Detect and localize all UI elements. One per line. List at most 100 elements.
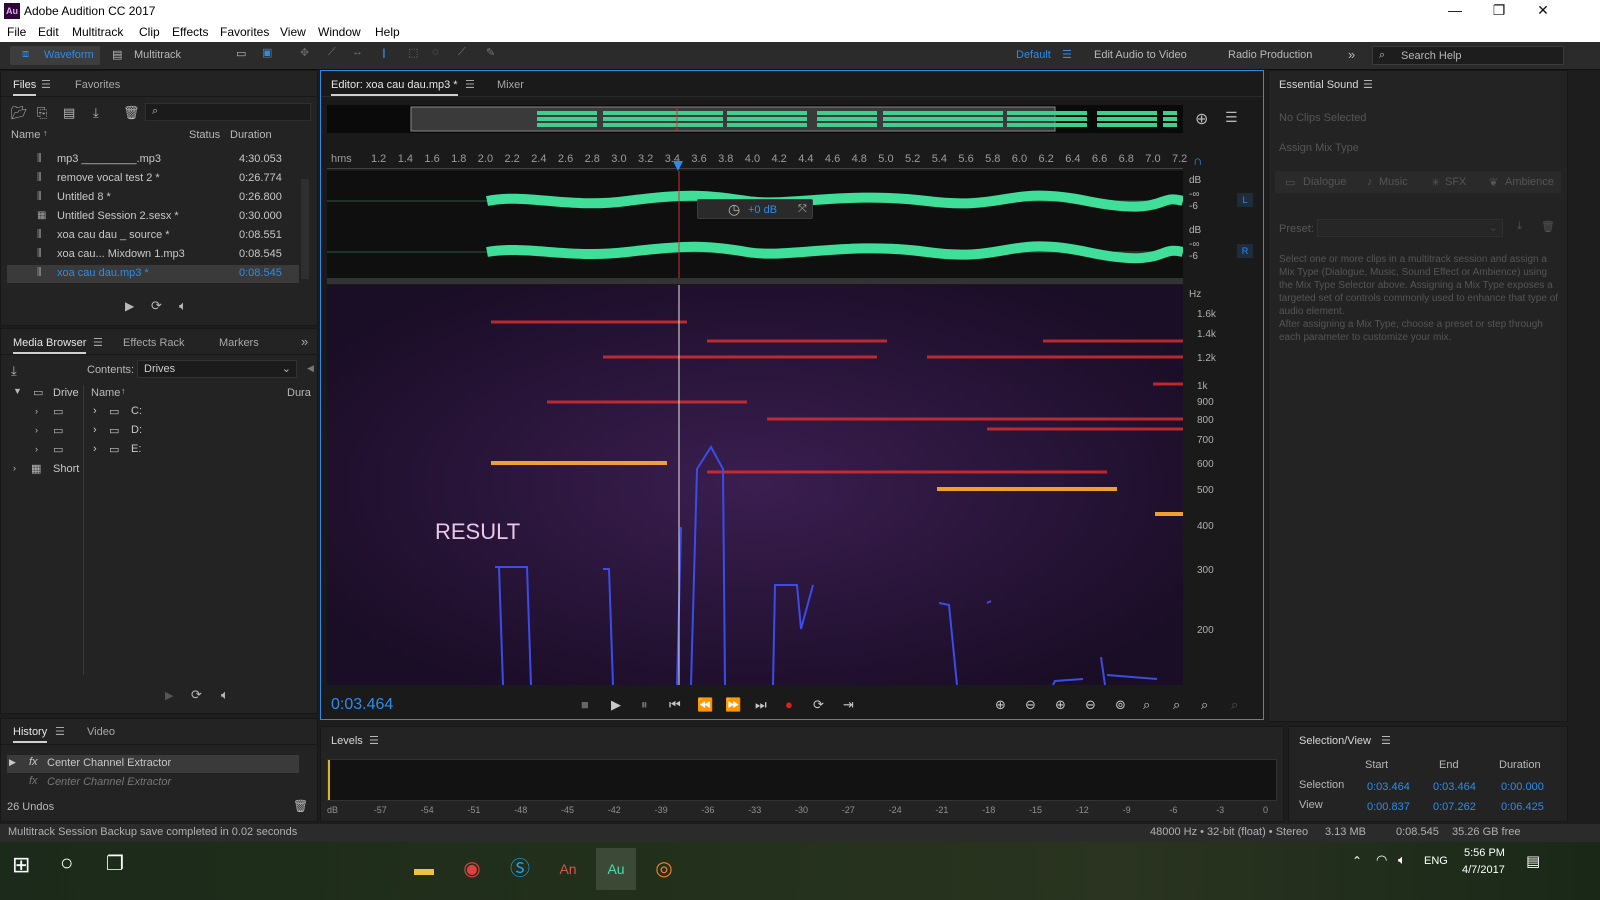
zoom-out-full-icon[interactable]: ⊚ [1115,697,1126,713]
history-item-current[interactable]: ▶ fx Center Channel Extractor [7,755,299,773]
close-button[interactable]: ✕ [1520,2,1566,19]
play-button[interactable]: ▶ [611,697,621,713]
history-panel-menu-icon[interactable]: ☰ [55,725,65,738]
action-center-icon[interactable]: ▤ [1526,852,1540,870]
skip-selection-button[interactable]: ⇥ [843,697,854,713]
selection-duration[interactable]: 0:00.000 [1501,781,1544,793]
contents-select[interactable]: Drives ⌄ [137,360,297,378]
more-workspaces-icon[interactable]: » [1348,47,1355,62]
loop-playback-button[interactable]: ⟳ [813,697,824,713]
column-duration[interactable]: Duration [230,129,272,141]
zoom-out-time-icon[interactable]: ⊖ [1085,697,1096,713]
zoom-out-point-icon[interactable]: ⌕ [1173,697,1180,713]
workspace-radio-production[interactable]: Radio Production [1228,49,1312,61]
brush-tool-icon[interactable]: ⟋ [458,46,466,59]
selection-view-menu-icon[interactable]: ☰ [1381,734,1391,747]
essential-sound-menu-icon[interactable]: ☰ [1363,78,1373,91]
spectral-display[interactable] [327,285,1183,686]
razor-tool-icon[interactable]: ⟋ [328,46,336,59]
hud-gain-control[interactable]: ◷ +0 dB ⤧ [697,199,813,219]
expand-arrow-icon[interactable]: › [13,463,16,473]
tab-mixer[interactable]: Mixer [497,79,524,91]
cortana-icon[interactable]: ○ [60,850,73,876]
view-start[interactable]: 0:00.837 [1367,801,1410,813]
expand-arrow-icon[interactable]: › [35,406,38,416]
files-search-input[interactable]: ⌕ [145,103,311,121]
column-name[interactable]: Name [91,387,120,399]
channel-right-button[interactable]: R [1237,244,1253,258]
skype-icon[interactable]: Ⓢ [500,848,540,890]
volume-icon[interactable]: 🔈︎ [1398,852,1406,868]
wifi-icon[interactable]: ◠ [1376,852,1387,868]
chrome-icon[interactable]: ◉ [452,848,492,890]
maximize-button[interactable]: ❐ [1476,2,1522,19]
delete-preset-icon[interactable]: 🗑︎ [1541,220,1555,233]
clock-time[interactable]: 5:56 PM [1464,847,1505,859]
tab-video[interactable]: Video [87,726,115,738]
waveform-area[interactable] [327,171,1185,281]
play-icon[interactable]: ▶ [125,299,134,313]
drive-row[interactable]: › ▭ E: [89,441,311,459]
preset-select[interactable]: ⌄ [1317,219,1503,237]
menu-view[interactable]: View [280,25,306,39]
workspace-menu-icon[interactable]: ☰ [1062,48,1072,61]
loop-icon[interactable]: ⟳ [191,687,202,703]
menu-clip[interactable]: Clip [139,25,160,39]
volume-knob-icon[interactable]: ◷ [728,201,740,218]
menu-window[interactable]: Window [318,25,361,39]
open-file-icon[interactable]: 📂︎ [11,105,28,121]
windows-start-icon[interactable]: ⊞ [12,852,30,878]
menu-file[interactable]: File [7,25,26,39]
clock-date[interactable]: 4/7/2017 [1462,864,1505,876]
drive-row[interactable]: › ▭ C: [89,403,311,421]
audition-icon[interactable]: Au [596,848,636,890]
column-name[interactable]: Name [11,129,40,141]
files-scrollbar[interactable] [301,179,309,279]
pane-divider[interactable] [83,385,84,675]
tab-markers[interactable]: Markers [219,337,259,349]
mix-type-music[interactable]: Music [1379,176,1408,188]
tab-media-browser[interactable]: Media Browser [13,337,87,354]
zoom-navigator-icon[interactable]: ⊕ [1195,109,1208,129]
menu-effects[interactable]: Effects [172,25,208,39]
multitrack-button[interactable]: ▤ Multitrack [110,46,200,65]
healing-tool-icon[interactable]: ✎ [486,46,495,59]
time-selection-tool-icon[interactable]: I [382,45,386,61]
fast-forward-button[interactable]: ⏩ [725,697,741,713]
lasso-tool-icon[interactable]: ◌ [432,46,439,58]
loop-icon[interactable]: ⟳ [151,298,162,314]
language-indicator[interactable]: ENG [1424,855,1448,867]
drive-row[interactable]: › ▭ D: [89,422,311,440]
minimize-button[interactable]: — [1432,2,1478,18]
record-button[interactable]: ● [785,697,793,712]
firefox-icon[interactable]: ◎ [644,848,684,890]
time-ruler[interactable]: hms 1.2 1.4 1.6 1.8 2.0 2.2 2.4 2.6 2.8 3.0 3.2 3.4… [327,151,1187,169]
waveform-button[interactable]: ⧈ Waveform [10,46,100,65]
autoplay-icon[interactable]: 🔈︎ [179,298,187,314]
stop-button[interactable]: ■ [581,697,589,712]
list-item[interactable]: ⫼ mp3 _________.mp3 4:30.053 [7,151,299,169]
autoplay-icon[interactable]: 🔈︎ [221,687,229,703]
column-duration[interactable]: Dura [287,387,311,399]
menu-multitrack[interactable]: Multitrack [72,25,123,39]
spectral-splitter[interactable] [327,278,1183,284]
zoom-out-amplitude-icon[interactable]: ⊖ [1025,697,1036,713]
column-status[interactable]: Status [189,129,220,141]
tab-effects-rack[interactable]: Effects Rack [123,337,185,349]
tree-shortcuts[interactable]: Short [53,463,79,475]
list-item[interactable]: ⫼ Untitled 8 * 0:26.800 [7,189,299,207]
snap-icon[interactable]: ∩ [1193,153,1202,168]
save-preset-icon[interactable]: ⤓ [1517,220,1522,233]
animate-icon[interactable]: An [548,848,588,890]
view-duration[interactable]: 0:06.425 [1501,801,1544,813]
import-icon[interactable]: ⤓ [11,363,17,379]
view-end[interactable]: 0:07.262 [1433,801,1476,813]
insert-into-multitrack-icon[interactable]: ⤓ [93,105,99,121]
editor-panel-menu-icon[interactable]: ☰ [465,78,475,91]
overview-navigator[interactable] [327,105,1183,133]
import-file-icon[interactable]: ⎘ [37,105,47,121]
tab-editor[interactable]: Editor: xoa cau dau.mp3 * [331,79,458,96]
levels-menu-icon[interactable]: ☰ [369,734,379,747]
expand-arrow-icon[interactable]: ▼ [13,386,22,396]
mix-type-sfx[interactable]: SFX [1445,176,1466,188]
